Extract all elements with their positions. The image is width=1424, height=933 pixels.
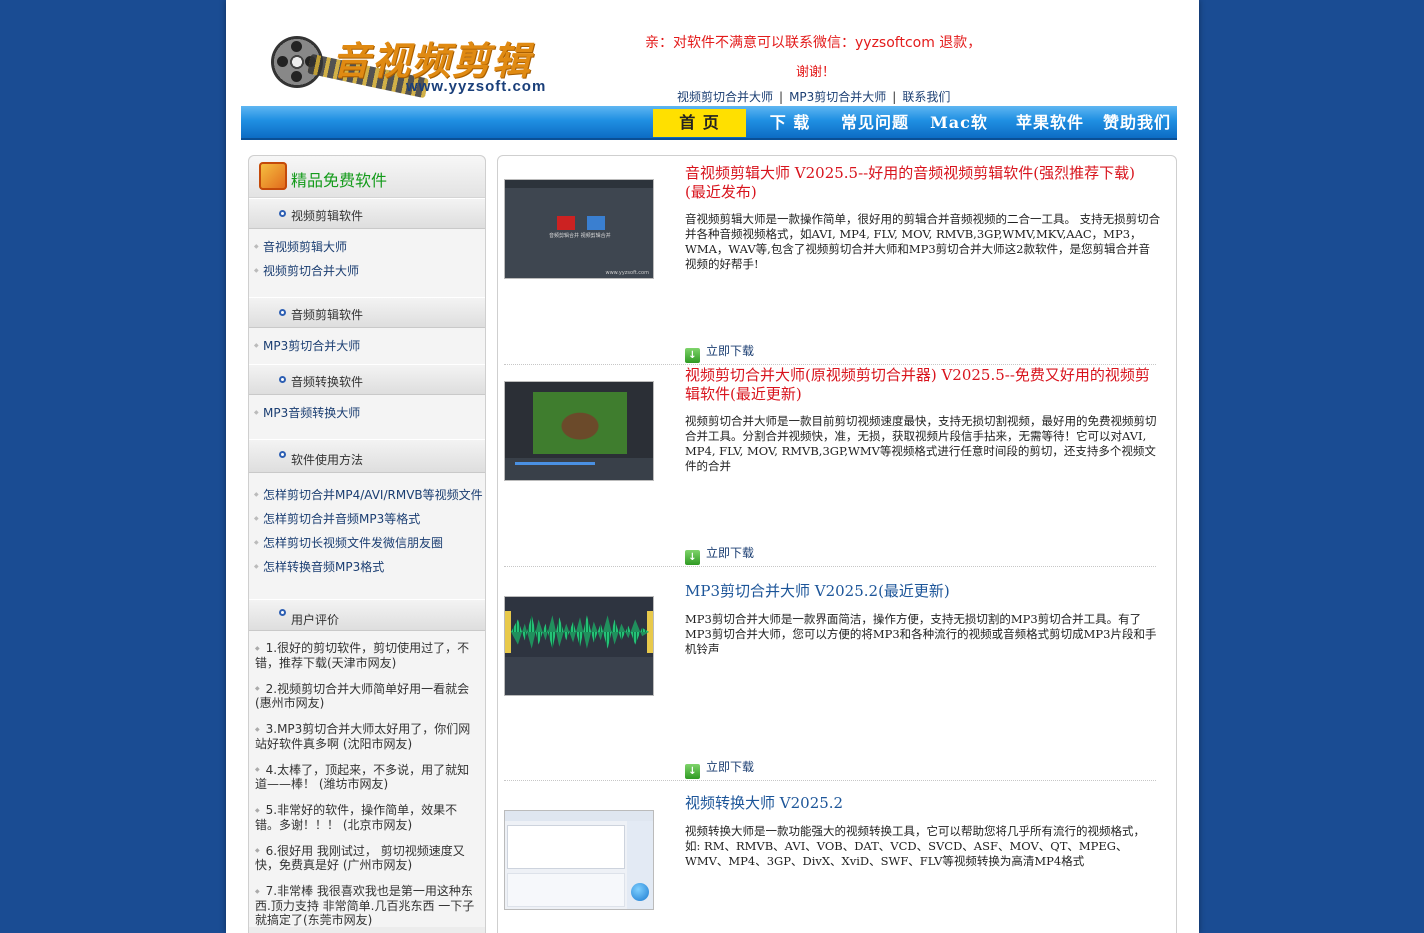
download-link[interactable]: ↓ 立即下载 (685, 544, 754, 565)
review-item: ◆ 4.太棒了，顶起来，不多说，用了就知道——棒！ (潍坊市网友) (255, 762, 470, 791)
nav-download[interactable]: 下 载 (755, 109, 825, 137)
review-item: ◆ 3.MP3剪切合并大师太好用了，你们网站好软件真多啊 (沈阳市网友) (255, 722, 471, 751)
product-title[interactable]: 音视频剪辑大师 V2025.5--好用的音频视频剪辑软件(强烈推荐下载)(最近发… (685, 164, 1155, 202)
category-label: 用户评价 (291, 613, 340, 627)
product-description: 音视频剪辑大师是一款操作简单，很好用的剪辑合并音频视频的二合一工具。 支持无损剪… (685, 212, 1161, 271)
audio-edit-icon (557, 216, 575, 230)
category-label: 音频转换软件 (291, 375, 364, 389)
file-list (507, 825, 625, 869)
product-list: 音频剪辑合并 视频剪辑合并 www.yyzsoft.com 音视频剪辑大师 V2… (497, 155, 1177, 933)
sidebar-link[interactable]: MP3剪切合并大师 (249, 334, 485, 358)
category-label: 音频剪辑软件 (291, 308, 364, 322)
review-item: ◆ 7.非常棒 我很喜欢我也是第一用这种东西.顶力支持 非常简单.几百兆东西 一下… (255, 884, 475, 927)
video-preview (533, 392, 627, 454)
review-item: ◆ 1.很好的剪切软件，剪切使用过了，不错，推荐下载(天津市网友) (255, 641, 470, 670)
sidebar-list: MP3音频转换大师 (249, 395, 485, 439)
category-label: 软件使用方法 (291, 453, 364, 467)
bullet-icon (279, 210, 286, 217)
logo-url: www.yyzsoft.com (406, 78, 547, 95)
site-logo[interactable]: 音视频剪辑 www.yyzsoft.com (268, 30, 568, 102)
category-label: 视频剪辑软件 (291, 209, 364, 223)
sidebar-link[interactable]: 怎样剪切合并MP4/AVI/RMVB等视频文件 (249, 483, 485, 507)
download-arrow-icon: ↓ (685, 764, 700, 779)
refund-notice-thanks: 谢谢！ (796, 65, 836, 80)
bullet-icon (279, 376, 286, 383)
product-description: 视频剪切合并大师是一款目前剪切视频速度最快，支持无损切割视频，最好用的免费视频剪… (685, 414, 1157, 473)
top-link-mp3-cutter[interactable]: MP3剪切合并大师 (789, 90, 886, 104)
nav-apple[interactable]: 苹果软件 (1011, 109, 1089, 137)
logo-title: 音视频剪辑 (332, 38, 533, 83)
nav-sponsor[interactable]: 赞助我们 (1099, 109, 1175, 137)
page-container: 音视频剪辑 www.yyzsoft.com 亲：对软件不满意可以联系微信：yyz… (226, 0, 1199, 933)
bullet-icon (279, 309, 286, 316)
software-box-icon (259, 162, 287, 190)
sidebar-list: MP3剪切合并大师 (249, 328, 485, 364)
product-screenshot[interactable] (504, 596, 654, 696)
divider (504, 780, 1156, 781)
review-item: ◆ 6.很好用 我刚试过， 剪切视频速度又快，免费真是好 (广州市网友) (255, 843, 465, 872)
sidebar-link[interactable]: 怎样剪切长视频文件发微信朋友圈 (249, 531, 485, 555)
sidebar-header: 精品免费软件 (249, 156, 485, 198)
nav-faq[interactable]: 常见问题 (835, 109, 915, 137)
product-title[interactable]: 视频转换大师 V2025.2 (685, 794, 1155, 813)
sidebar-category: 软件使用方法 (249, 439, 485, 473)
refund-notice: 亲：对软件不满意可以联系微信：yyzsoftcom 退款， (645, 35, 982, 51)
sidebar-link[interactable]: 视频剪切合并大师 (249, 259, 485, 283)
sidebar-category: 音频剪辑软件 (249, 297, 485, 328)
product-description: 视频转换大师是一款功能强大的视频转换工具，它可以帮助您将几乎所有流行的视频格式，… (685, 824, 1145, 868)
sidebar-category: 用户评价 (249, 599, 485, 631)
download-link[interactable]: ↓ 立即下载 (685, 758, 754, 779)
nav-mac[interactable]: Mac软件 (923, 109, 995, 160)
download-arrow-icon: ↓ (685, 550, 700, 565)
top-link-contact[interactable]: 联系我们 (902, 90, 950, 104)
sidebar-link[interactable]: 音视频剪辑大师 (249, 235, 485, 259)
download-arrow-icon: ↓ (685, 348, 700, 363)
player-controls (505, 458, 653, 480)
divider (504, 364, 1156, 365)
site-header: 音视频剪辑 www.yyzsoft.com 亲：对软件不满意可以联系微信：yyz… (241, 0, 1178, 106)
sidebar-category: 音频转换软件 (249, 364, 485, 395)
top-link-video-cutter[interactable]: 视频剪切合并大师 (677, 90, 773, 104)
product-screenshot[interactable] (504, 381, 654, 481)
review-item: ◆ 2.视频剪切合并大师简单好用一看就会(惠州市网友) (255, 681, 470, 710)
convert-button-icon (631, 883, 649, 901)
product-title[interactable]: MP3剪切合并大师 V2025.2(最近更新) (685, 582, 1155, 601)
sidebar-category: 视频剪辑软件 (249, 198, 485, 229)
nav-home[interactable]: 首 页 (653, 109, 746, 137)
bullet-icon (279, 609, 286, 616)
sidebar-list: 音视频剪辑大师 视频剪切合并大师 (249, 229, 485, 297)
sidebar: 精品免费软件 视频剪辑软件 音视频剪辑大师 视频剪切合并大师 音频剪辑软件 MP… (248, 155, 486, 933)
video-edit-icon (587, 216, 605, 230)
sidebar-link[interactable]: MP3音频转换大师 (249, 401, 485, 425)
bullet-icon (279, 451, 286, 458)
product-description: MP3剪切合并大师是一款界面简洁，操作方便，支持无损切割的MP3剪切合并工具。有… (685, 612, 1157, 656)
sidebar-list: 怎样剪切合并MP4/AVI/RMVB等视频文件 怎样剪切合并音频MP3等格式 怎… (249, 473, 485, 599)
review-item: ◆ 5.非常好的软件，操作简单，效果不错。多谢！！！ (北京市网友) (255, 803, 458, 832)
sidebar-link[interactable]: 怎样转换音频MP3格式 (249, 555, 485, 579)
user-reviews: ◆ 1.很好的剪切软件，剪切使用过了，不错，推荐下载(天津市网友) ◆ 2.视频剪切… (249, 631, 485, 927)
sidebar-title: 精品免费软件 (291, 171, 388, 190)
divider (504, 566, 1156, 567)
main-nav: 首 页 下 载 常见问题 Mac软件 苹果软件 赞助我们 (241, 106, 1177, 160)
sidebar-link[interactable]: 怎样剪切合并音频MP3等格式 (249, 507, 485, 531)
product-screenshot[interactable] (504, 810, 654, 910)
top-links: 视频剪切合并大师 | MP3剪切合并大师 | 联系我们 (677, 90, 951, 104)
download-link[interactable]: ↓ 立即下载 (685, 342, 754, 363)
product-screenshot[interactable]: 音频剪辑合并 视频剪辑合并 www.yyzsoft.com (504, 179, 654, 279)
product-title[interactable]: 视频剪切合并大师(原视频剪切合并器) V2025.5--免费又好用的视频剪辑软件… (685, 366, 1155, 404)
